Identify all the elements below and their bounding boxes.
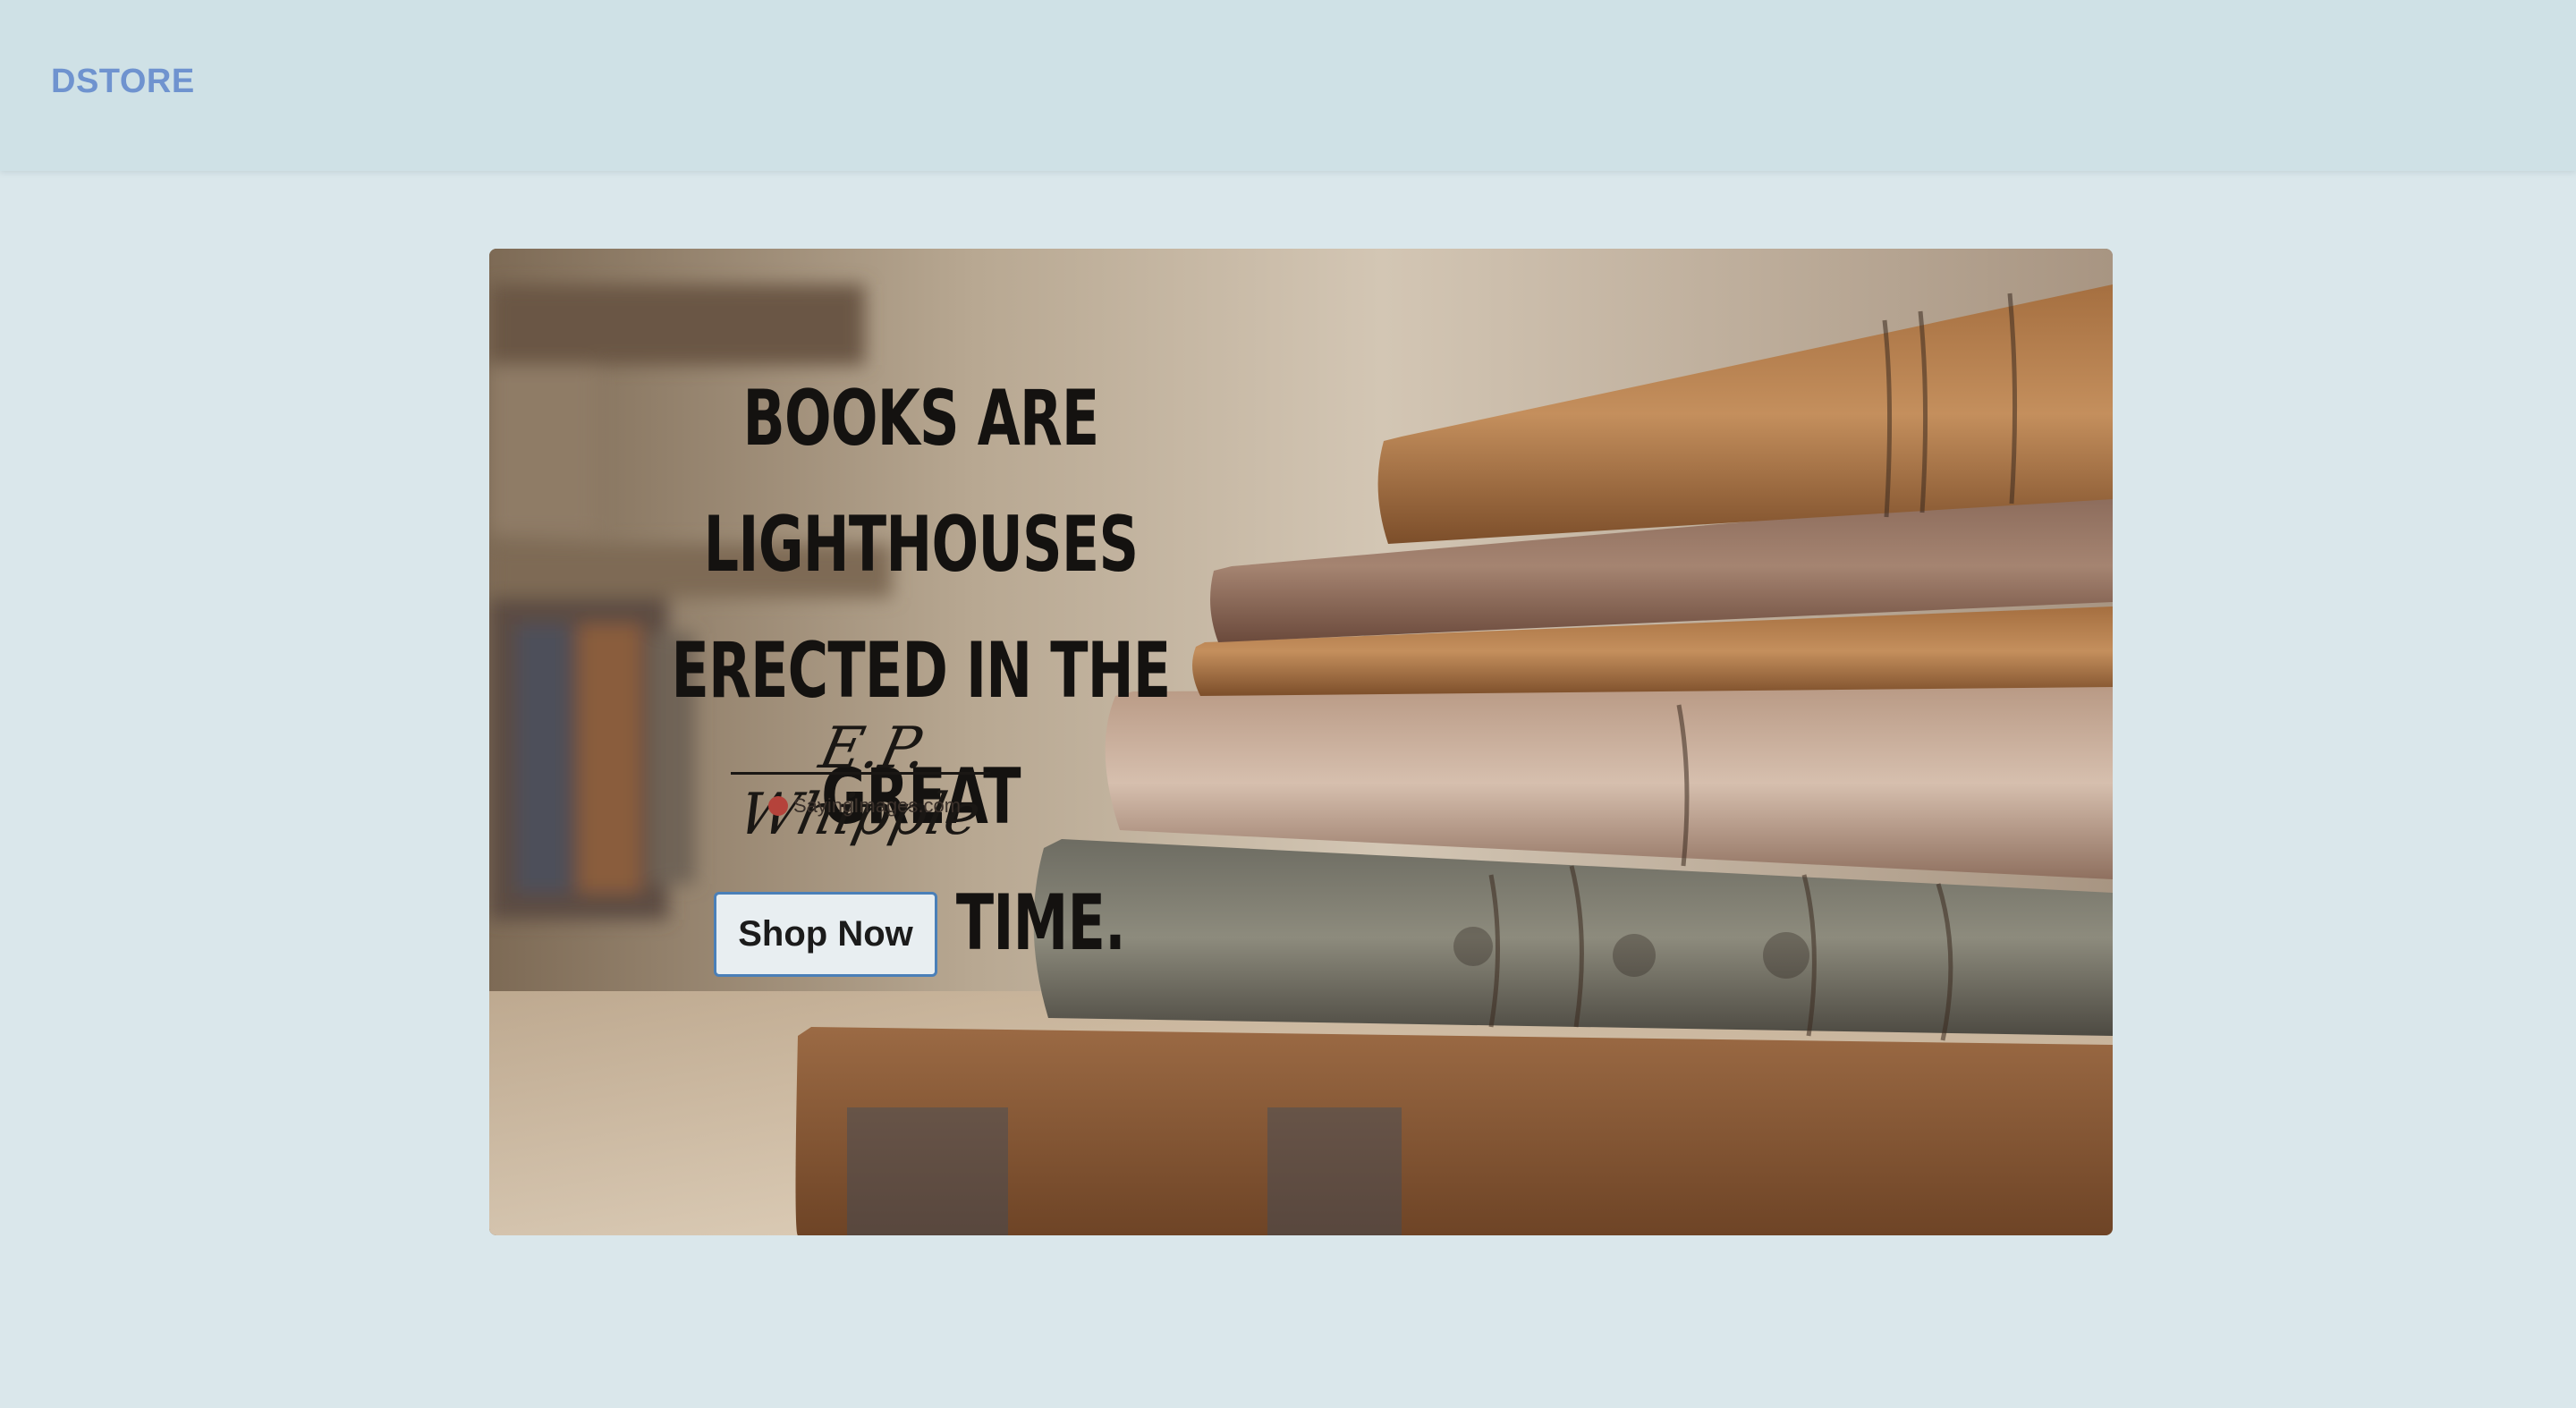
author-underline [731,772,990,775]
brand-logo[interactable]: DSTORE [51,63,195,101]
shop-now-button[interactable]: Shop Now [714,892,937,977]
watermark-logo-icon [768,796,788,816]
quote-author: E.P. Whipple [733,716,987,848]
hero-banner: BOOKS ARE LIGHTHOUSES ERECTED IN THE GRE… [489,249,2113,1235]
image-watermark: SayingImages.com [768,793,961,819]
watermark-text: SayingImages.com [793,794,962,817]
quote-line: BOOKS ARE LIGHTHOUSES [703,374,1139,589]
top-navbar: DSTORE [0,0,2576,171]
page: DSTORE BOOKS ARE LIGHTHOUSES ERECTED IN … [0,0,2576,1408]
